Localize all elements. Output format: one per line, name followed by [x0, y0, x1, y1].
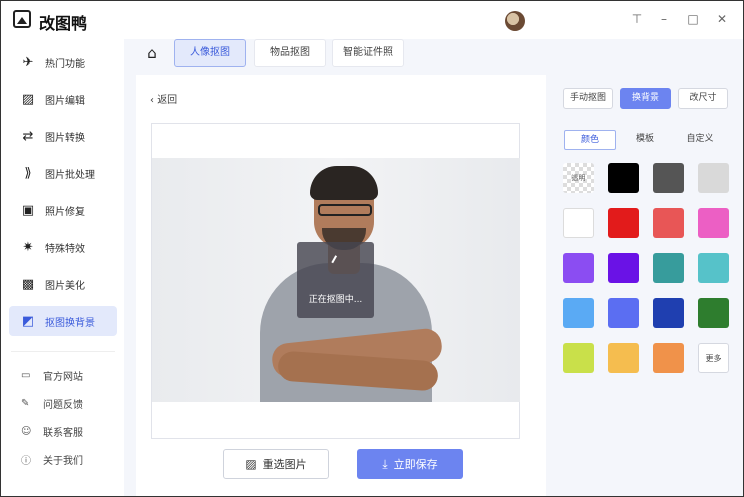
more-label: 更多	[705, 353, 722, 363]
sidebar-item-label: 抠图换背景	[45, 317, 95, 329]
cutout-icon: ◩	[21, 313, 35, 329]
website-icon: ▭	[21, 369, 31, 381]
sidebar-link-support[interactable]: ☺ 联系客服	[21, 422, 83, 440]
avatar[interactable]	[505, 11, 525, 31]
save-button[interactable]: ⤓ 立即保存	[357, 449, 463, 479]
swatch-color[interactable]	[698, 253, 729, 283]
pin-icon[interactable]: ⊤	[629, 11, 645, 27]
swatch-color[interactable]	[608, 343, 639, 373]
sidebar-item-photo-restore[interactable]: ▣ 照片修复	[9, 195, 117, 225]
info-icon: ⓘ	[21, 455, 31, 467]
swatch-color[interactable]	[608, 253, 639, 283]
swatch-color[interactable]	[563, 253, 594, 283]
swatch-color[interactable]	[653, 298, 684, 328]
reselect-label: 重选图片	[262, 458, 307, 471]
image-edit-icon: ▨	[21, 91, 35, 107]
back-link[interactable]: ‹ 返回	[150, 91, 177, 106]
beautify-icon: ▩	[21, 276, 35, 292]
sidebar-item-convert[interactable]: ⇄ 图片转换	[9, 121, 117, 151]
feedback-icon: ✎	[21, 397, 30, 409]
sidebar-item-label: 图片批处理	[45, 169, 95, 181]
sidebar-item-image-edit[interactable]: ▨ 图片编辑	[9, 84, 117, 114]
sidebar-item-label: 图片美化	[45, 280, 85, 292]
swatch-transparent[interactable]: 透明	[563, 163, 594, 193]
sidebar-link-label: 关于我们	[43, 455, 83, 467]
sidebar-item-label: 照片修复	[45, 206, 85, 218]
image-canvas: 正在抠图中...	[151, 123, 520, 439]
app-title: 改图鸭	[39, 14, 88, 33]
sidebar-item-label: 热门功能	[45, 58, 85, 70]
tab-id-photo[interactable]: 智能证件照	[332, 39, 404, 67]
sidebar: ✈ 热门功能 ▨ 图片编辑 ⇄ 图片转换 ⟫ 图片批处理 ▣ 照片修复 ✷ 特殊…	[1, 39, 124, 496]
swatch-color[interactable]	[563, 298, 594, 328]
swatch-color[interactable]	[698, 208, 729, 238]
transparent-label: 透明	[571, 174, 586, 182]
tab-portrait-cutout[interactable]: 人像抠图	[174, 39, 246, 67]
swatch-color[interactable]	[608, 163, 639, 193]
right-panel: 手动抠图 换背景 改尺寸 颜色 模板 自定义 透明 更多	[554, 75, 743, 496]
minimize-icon[interactable]: –	[656, 11, 672, 27]
swatch-color[interactable]	[698, 163, 729, 193]
swatch-color[interactable]	[698, 298, 729, 328]
sidebar-item-beautify[interactable]: ▩ 图片美化	[9, 269, 117, 299]
sidebar-link-feedback[interactable]: ✎ 问题反馈	[21, 394, 83, 412]
title-bar: 改图鸭 ⊤ – □ ✕	[1, 1, 743, 39]
back-label: 返回	[157, 95, 178, 106]
sidebar-link-about[interactable]: ⓘ 关于我们	[21, 450, 83, 468]
logo-icon	[13, 10, 31, 28]
close-icon[interactable]: ✕	[714, 11, 730, 27]
maximize-icon[interactable]: □	[685, 11, 701, 27]
sidebar-item-label: 图片编辑	[45, 95, 85, 107]
save-label: 立即保存	[393, 458, 438, 471]
batch-icon: ⟫	[24, 165, 32, 181]
person-glasses	[318, 204, 372, 216]
sidebar-item-label: 图片转换	[45, 132, 85, 144]
swatch-color[interactable]	[563, 208, 594, 238]
sidebar-item-effects[interactable]: ✷ 特殊特效	[9, 232, 117, 262]
main-panel: ‹ 返回 正在抠图中... ▨ 重选图片 ⤓ 立即保存	[136, 75, 546, 496]
reselect-image-button[interactable]: ▨ 重选图片	[223, 449, 329, 479]
swatch-color[interactable]	[653, 343, 684, 373]
sidebar-link-label: 官方网站	[43, 371, 83, 383]
rocket-icon: ✈	[22, 54, 34, 70]
manual-cutout-button[interactable]: 手动抠图	[563, 88, 613, 109]
swatch-color[interactable]	[563, 343, 594, 373]
swatch-color[interactable]	[653, 208, 684, 238]
download-icon: ⤓	[382, 456, 388, 471]
subtab-custom[interactable]: 自定义	[680, 130, 720, 150]
sidebar-divider	[11, 351, 115, 352]
sidebar-item-cutout[interactable]: ◩ 抠图换背景	[9, 306, 117, 336]
processing-text: 正在抠图中...	[308, 295, 363, 305]
spinner-icon	[331, 255, 340, 265]
more-colors-button[interactable]: 更多	[698, 343, 729, 373]
effects-icon: ✷	[22, 239, 34, 255]
portrait-photo: 正在抠图中...	[152, 158, 520, 402]
support-icon: ☺	[21, 425, 32, 437]
sidebar-link-website[interactable]: ▭ 官方网站	[21, 366, 83, 384]
swatch-color[interactable]	[653, 163, 684, 193]
sidebar-link-label: 问题反馈	[43, 399, 83, 411]
sidebar-item-batch[interactable]: ⟫ 图片批处理	[9, 158, 117, 188]
tab-object-cutout[interactable]: 物品抠图	[254, 39, 326, 67]
processing-overlay: 正在抠图中...	[297, 242, 374, 318]
photo-restore-icon: ▣	[21, 202, 35, 218]
sidebar-link-label: 联系客服	[43, 427, 83, 439]
subtab-color[interactable]: 颜色	[564, 130, 616, 150]
person-hair	[310, 166, 378, 200]
subtab-template[interactable]: 模板	[625, 130, 665, 150]
change-background-button[interactable]: 换背景	[620, 88, 671, 109]
convert-icon: ⇄	[22, 128, 34, 144]
swatch-color[interactable]	[608, 208, 639, 238]
sidebar-item-hot[interactable]: ✈ 热门功能	[9, 47, 117, 77]
home-icon[interactable]: ⌂	[142, 43, 162, 63]
image-icon: ▨	[245, 457, 257, 471]
sidebar-item-label: 特殊特效	[45, 243, 85, 255]
resize-button[interactable]: 改尺寸	[678, 88, 728, 109]
app-window: 改图鸭 ⊤ – □ ✕ ✈ 热门功能 ▨ 图片编辑 ⇄ 图片转换 ⟫ 图片批处理…	[0, 0, 744, 497]
swatch-color[interactable]	[653, 253, 684, 283]
swatch-color[interactable]	[608, 298, 639, 328]
